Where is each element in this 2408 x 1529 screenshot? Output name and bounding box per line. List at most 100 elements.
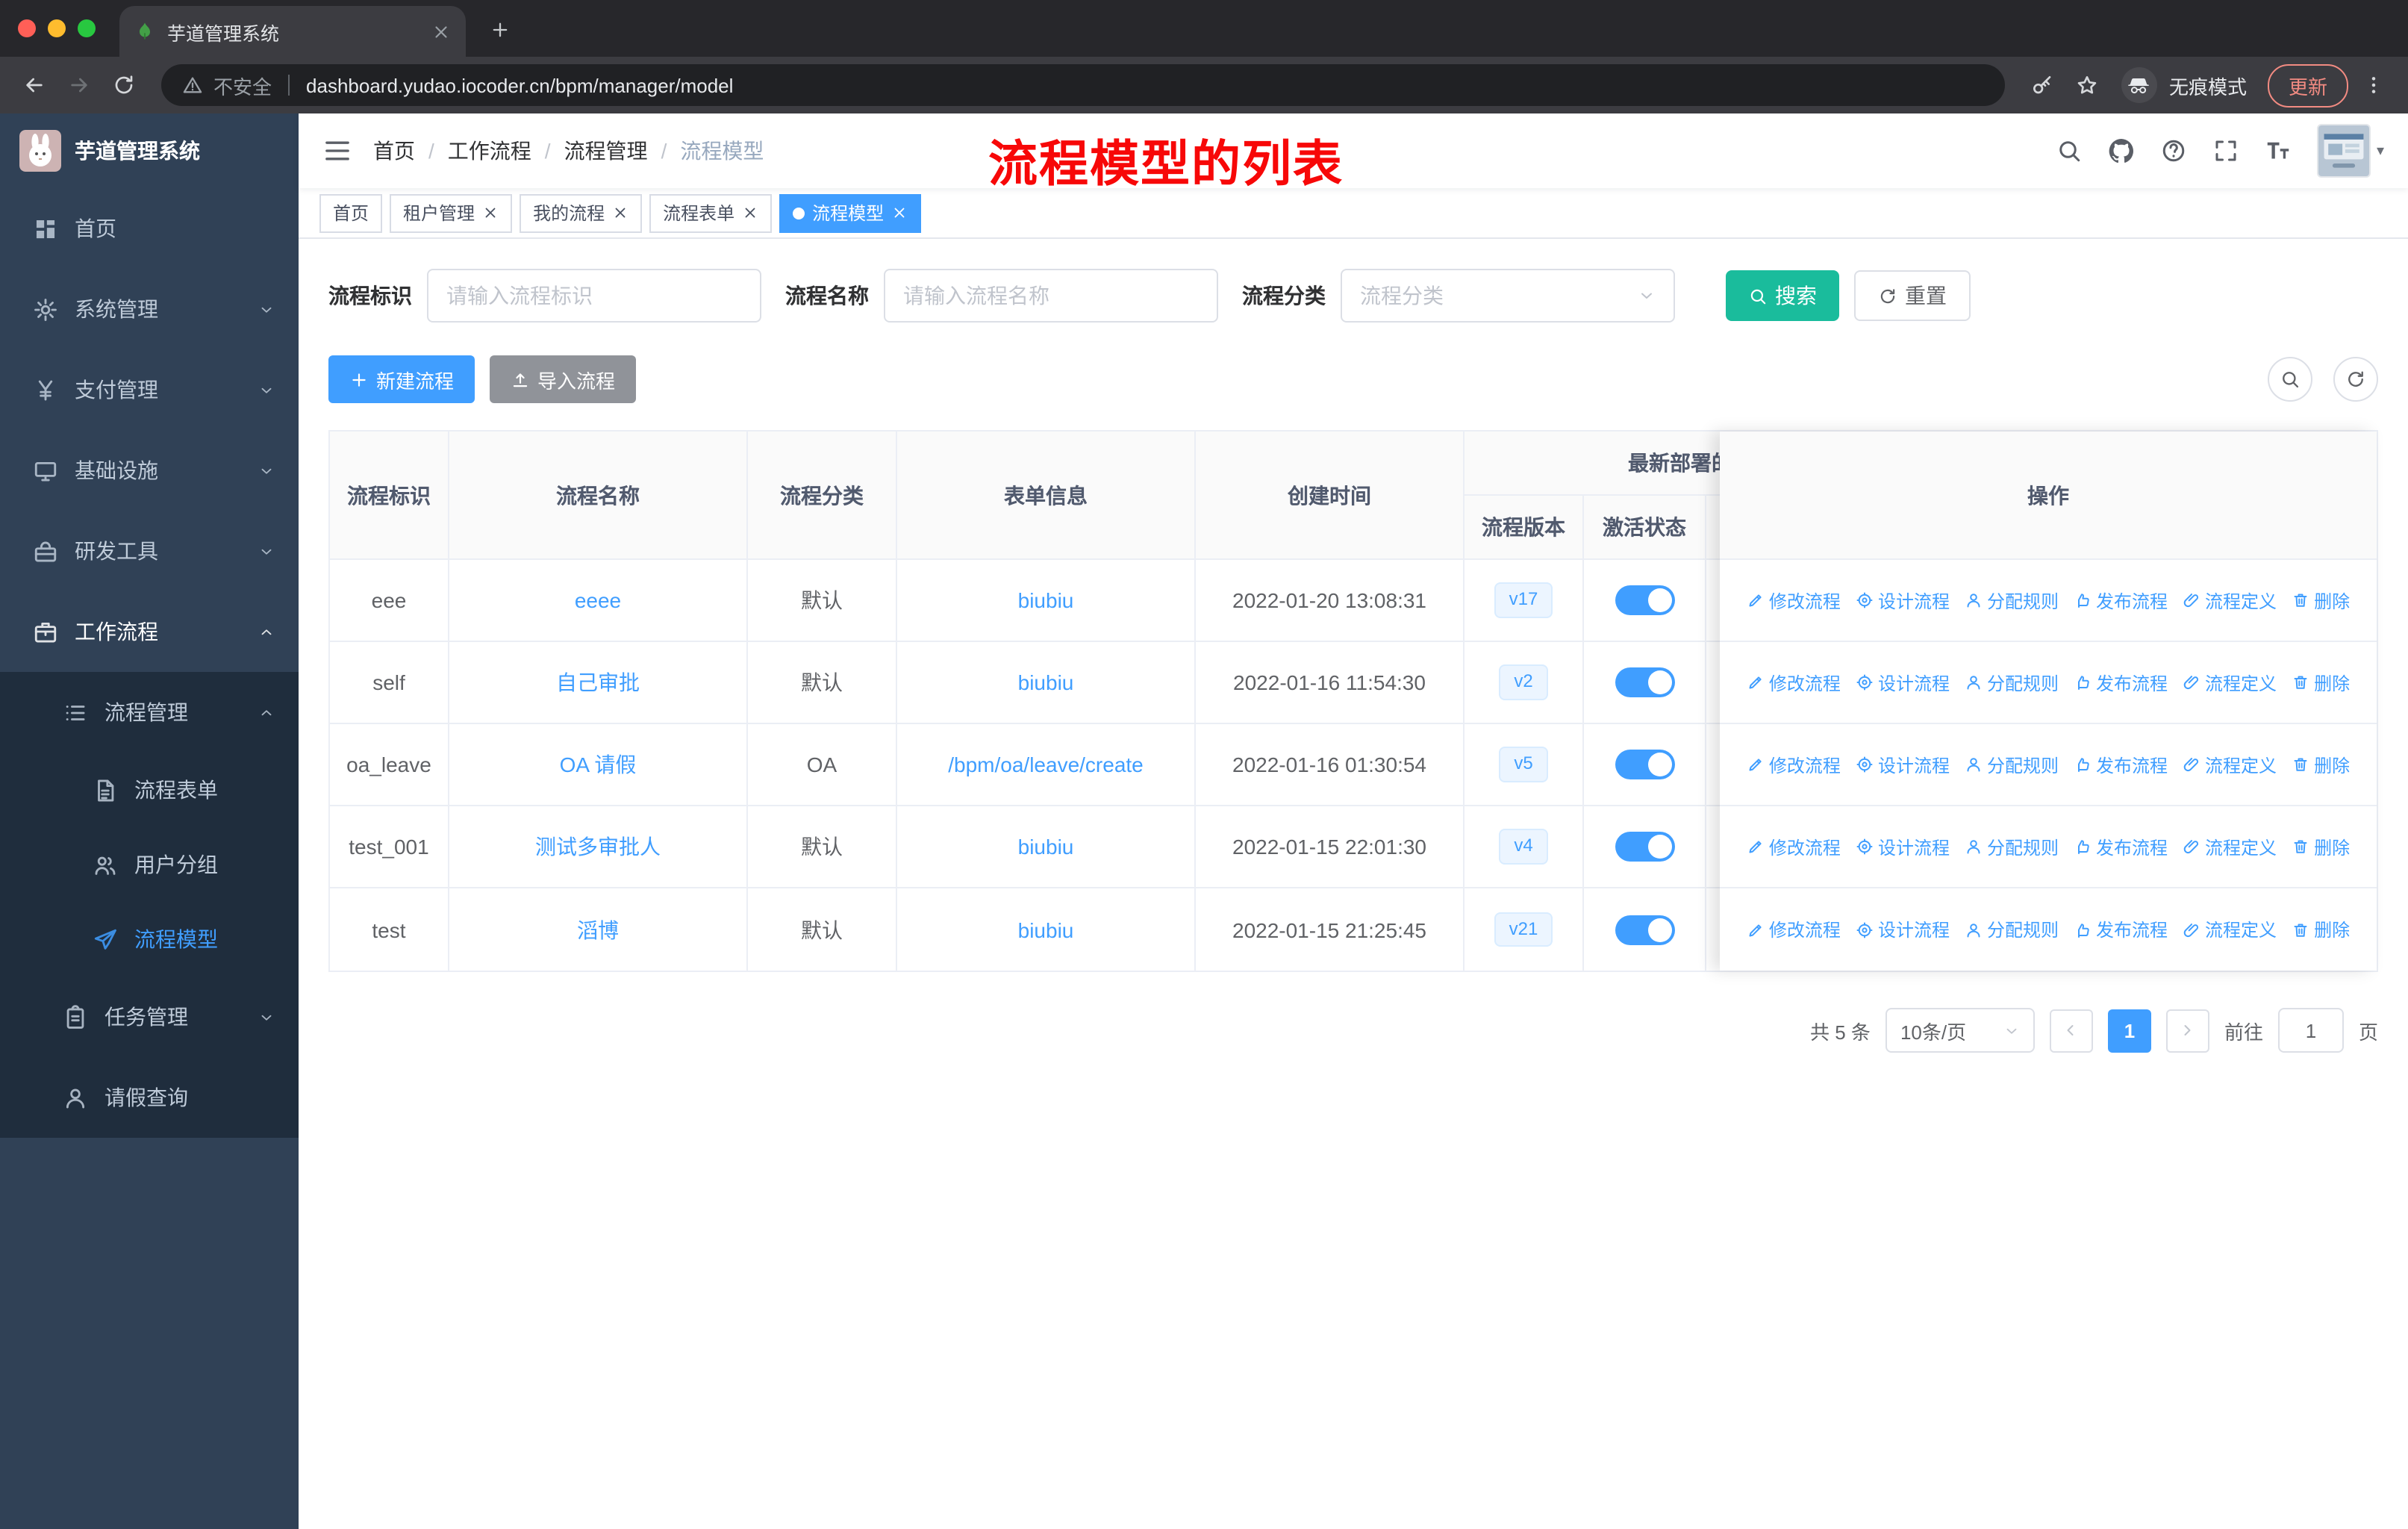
sidebar-item-infrastructure[interactable]: 基础设施 <box>0 430 299 511</box>
assign-rule-action[interactable]: 分配规则 <box>1965 834 2059 859</box>
prev-page-button[interactable] <box>2049 1009 2093 1052</box>
breadcrumb-item[interactable]: 工作流程 <box>448 136 531 166</box>
tab-close-icon[interactable] <box>431 22 451 41</box>
sidebar-item-leave-query[interactable]: 请假查询 <box>0 1057 299 1138</box>
password-key-icon[interactable] <box>2023 66 2062 105</box>
sidebar-item-process-mgmt[interactable]: 流程管理 <box>0 672 299 753</box>
create-process-button[interactable]: 新建流程 <box>328 355 475 403</box>
form-info-link[interactable]: biubiu <box>1018 835 1074 859</box>
address-bar[interactable]: 不安全 dashboard.yudao.iocoder.cn/bpm/manag… <box>161 64 2005 106</box>
process-name-input[interactable] <box>884 269 1218 323</box>
category-select[interactable]: 流程分类 <box>1341 269 1675 323</box>
sidebar-item-user-group[interactable]: 用户分组 <box>0 827 299 902</box>
publish-action[interactable]: 发布流程 <box>2074 752 2168 777</box>
form-info-link[interactable]: /bpm/oa/leave/create <box>948 753 1144 776</box>
modify-action[interactable]: 修改流程 <box>1747 834 1841 859</box>
close-icon[interactable] <box>742 205 758 221</box>
process-name-link[interactable]: OA 请假 <box>560 750 637 779</box>
assign-rule-action[interactable]: 分配规则 <box>1965 670 2059 695</box>
modify-action[interactable]: 修改流程 <box>1747 752 1841 777</box>
delete-action[interactable]: 删除 <box>2292 917 2350 942</box>
delete-action[interactable]: 删除 <box>2292 834 2350 859</box>
form-info-link[interactable]: biubiu <box>1018 918 1074 941</box>
process-name-link[interactable]: eeee <box>575 588 621 612</box>
tab-process-model[interactable]: 流程模型 <box>779 193 922 232</box>
sidebar-item-system-mgmt[interactable]: 系统管理 <box>0 269 299 349</box>
definition-action[interactable]: 流程定义 <box>2183 588 2277 613</box>
active-toggle[interactable] <box>1615 915 1674 944</box>
sidebar-item-workflow[interactable]: 工作流程 <box>0 591 299 672</box>
search-button[interactable]: 搜索 <box>1726 270 1839 321</box>
sidebar-item-dev-tools[interactable]: 研发工具 <box>0 511 299 591</box>
app-logo[interactable]: 芋道管理系统 <box>0 113 299 188</box>
definition-action[interactable]: 流程定义 <box>2183 670 2277 695</box>
toggle-search-button[interactable] <box>2268 357 2312 402</box>
reload-button[interactable] <box>105 66 143 105</box>
definition-action[interactable]: 流程定义 <box>2183 917 2277 942</box>
definition-action[interactable]: 流程定义 <box>2183 834 2277 859</box>
browser-tab[interactable]: 芋道管理系统 <box>119 6 466 57</box>
active-toggle[interactable] <box>1615 750 1674 779</box>
forward-button[interactable] <box>60 66 99 105</box>
close-window-button[interactable] <box>18 19 36 37</box>
sidebar-item-task-mgmt[interactable]: 任务管理 <box>0 977 299 1057</box>
refresh-table-button[interactable] <box>2333 357 2378 402</box>
active-toggle[interactable] <box>1615 832 1674 862</box>
tab-home[interactable]: 首页 <box>319 193 383 232</box>
delete-action[interactable]: 删除 <box>2292 670 2350 695</box>
breadcrumb-item[interactable]: 流程管理 <box>564 136 648 166</box>
sidebar-toggle-icon[interactable] <box>322 136 352 166</box>
active-toggle[interactable] <box>1615 585 1674 615</box>
publish-action[interactable]: 发布流程 <box>2074 917 2168 942</box>
header-search-icon[interactable] <box>2056 137 2083 164</box>
active-toggle[interactable] <box>1615 667 1674 697</box>
goto-page-input[interactable] <box>2277 1008 2344 1053</box>
minimize-window-button[interactable] <box>48 19 66 37</box>
import-process-button[interactable]: 导入流程 <box>490 355 637 403</box>
form-info-link[interactable]: biubiu <box>1018 588 1074 612</box>
tab-tenant[interactable]: 租户管理 <box>390 193 513 232</box>
process-name-link[interactable]: 滔博 <box>577 915 619 944</box>
assign-rule-action[interactable]: 分配规则 <box>1965 588 2059 613</box>
next-page-button[interactable] <box>2165 1009 2209 1052</box>
publish-action[interactable]: 发布流程 <box>2074 834 2168 859</box>
sidebar-item-home[interactable]: 首页 <box>0 188 299 269</box>
modify-action[interactable]: 修改流程 <box>1747 917 1841 942</box>
user-avatar[interactable]: ▾ <box>2316 124 2384 178</box>
tab-process-form[interactable]: 流程表单 <box>649 193 773 232</box>
page-1-button[interactable]: 1 <box>2107 1009 2151 1052</box>
assign-rule-action[interactable]: 分配规则 <box>1965 752 2059 777</box>
publish-action[interactable]: 发布流程 <box>2074 588 2168 613</box>
design-action[interactable]: 设计流程 <box>1856 588 1950 613</box>
bookmark-star-icon[interactable] <box>2068 66 2106 105</box>
definition-action[interactable]: 流程定义 <box>2183 752 2277 777</box>
breadcrumb-item[interactable]: 首页 <box>373 136 415 166</box>
delete-action[interactable]: 删除 <box>2292 752 2350 777</box>
zoom-window-button[interactable] <box>78 19 96 37</box>
publish-action[interactable]: 发布流程 <box>2074 670 2168 695</box>
sidebar-item-payment-mgmt[interactable]: 支付管理 <box>0 349 299 430</box>
process-name-link[interactable]: 测试多审批人 <box>535 832 661 862</box>
font-size-icon[interactable] <box>2265 137 2292 164</box>
fullscreen-icon[interactable] <box>2212 137 2239 164</box>
help-icon[interactable] <box>2160 137 2187 164</box>
close-icon[interactable] <box>482 205 499 221</box>
form-info-link[interactable]: biubiu <box>1018 670 1074 694</box>
close-icon[interactable] <box>891 205 908 221</box>
browser-menu-icon[interactable] <box>2354 66 2393 105</box>
design-action[interactable]: 设计流程 <box>1856 670 1950 695</box>
new-tab-button[interactable] <box>481 10 520 49</box>
sidebar-item-process-model[interactable]: 流程模型 <box>0 902 299 977</box>
assign-rule-action[interactable]: 分配规则 <box>1965 917 2059 942</box>
design-action[interactable]: 设计流程 <box>1856 917 1950 942</box>
delete-action[interactable]: 删除 <box>2292 588 2350 613</box>
close-icon[interactable] <box>612 205 628 221</box>
github-icon[interactable] <box>2108 137 2135 164</box>
back-button[interactable] <box>15 66 54 105</box>
process-name-link[interactable]: 自己审批 <box>556 667 640 697</box>
design-action[interactable]: 设计流程 <box>1856 834 1950 859</box>
reset-button[interactable]: 重置 <box>1854 270 1971 321</box>
tab-my-process[interactable]: 我的流程 <box>520 193 643 232</box>
page-size-select[interactable]: 10条/页 <box>1885 1008 2035 1053</box>
modify-action[interactable]: 修改流程 <box>1747 670 1841 695</box>
